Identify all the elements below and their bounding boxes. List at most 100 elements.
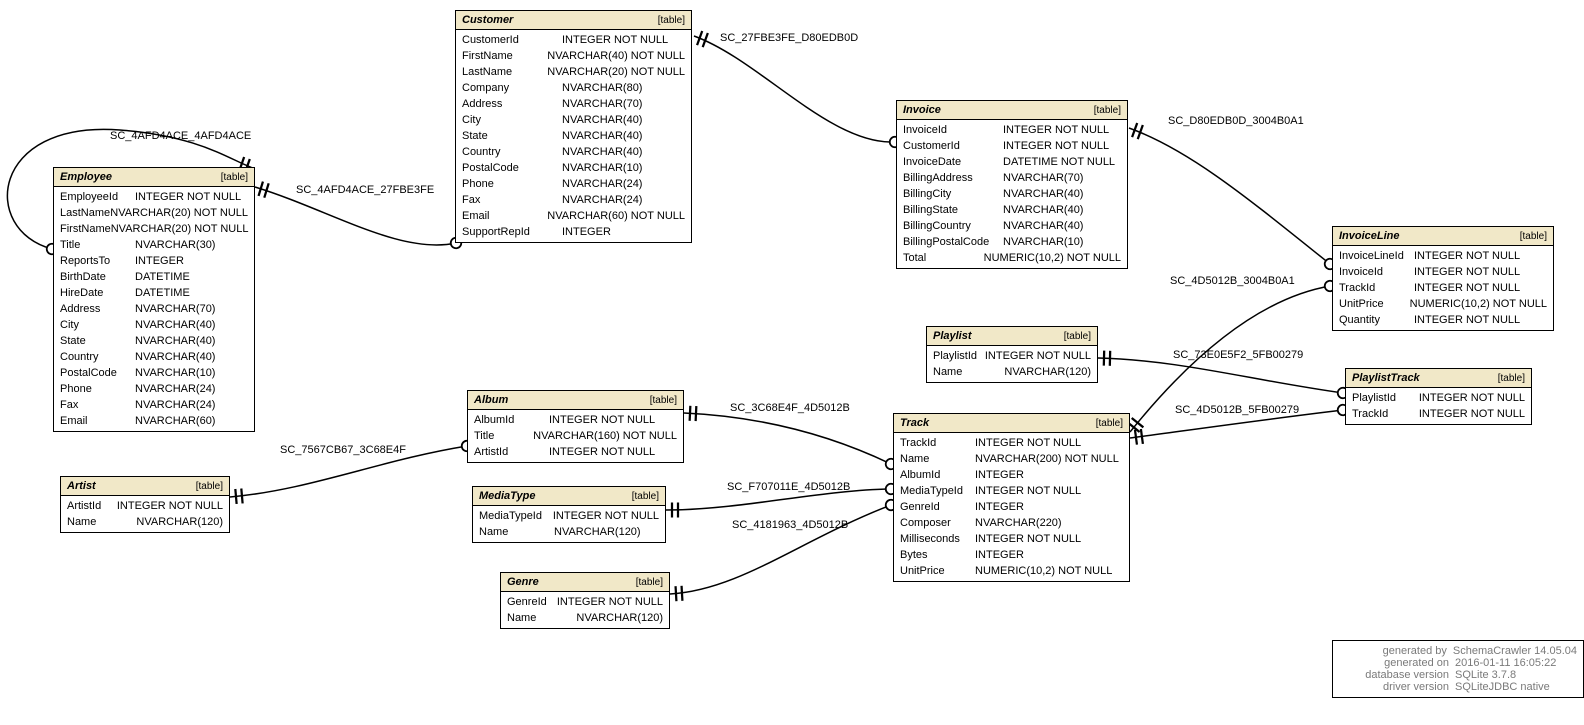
table-row: EmailNVARCHAR(60) NOT NULL <box>456 208 691 224</box>
column-type: NVARCHAR(120) <box>554 525 641 539</box>
column-type: INTEGER NOT NULL <box>117 499 223 513</box>
table-row: BirthDateDATETIME <box>54 269 254 285</box>
table-row: ArtistIdINTEGER NOT NULL <box>61 498 229 514</box>
column-type: INTEGER NOT NULL <box>985 349 1091 363</box>
edge-album-artist-label: SC_7567CB67_3C68E4F <box>280 444 406 456</box>
column-name: PostalCode <box>60 366 135 380</box>
column-type: INTEGER NOT NULL <box>553 509 659 523</box>
table-rows: EmployeeIdINTEGER NOT NULLLastNameNVARCH… <box>54 187 254 431</box>
column-type: NVARCHAR(40) <box>1003 219 1083 233</box>
column-type: INTEGER NOT NULL <box>549 445 655 459</box>
column-name: FirstName <box>462 49 547 63</box>
table-row: UnitPriceNUMERIC(10,2) NOT NULL <box>894 563 1129 579</box>
table-row: UnitPriceNUMERIC(10,2) NOT NULL <box>1333 296 1553 312</box>
column-type: NVARCHAR(10) <box>1003 235 1083 249</box>
column-name: State <box>462 129 562 143</box>
edge-invoiceline-invoice-label: SC_D80EDB0D_3004B0A1 <box>1168 115 1304 127</box>
column-name: Quantity <box>1339 313 1414 327</box>
column-type: INTEGER NOT NULL <box>975 436 1081 450</box>
table-row: InvoiceLineIdINTEGER NOT NULL <box>1333 248 1553 264</box>
column-name: FirstName <box>60 222 111 236</box>
table-employee: Employee[table] EmployeeIdINTEGER NOT NU… <box>53 167 255 432</box>
table-row: CountryNVARCHAR(40) <box>54 349 254 365</box>
column-name: CustomerId <box>903 139 1003 153</box>
column-name: Fax <box>462 193 562 207</box>
column-name: TrackId <box>1339 281 1414 295</box>
column-name: BirthDate <box>60 270 135 284</box>
column-name: Phone <box>462 177 562 191</box>
edge-invoiceline-track-label: SC_4D5012B_3004B0A1 <box>1170 275 1295 287</box>
table-tag: [table] <box>1498 373 1525 384</box>
table-row: PostalCodeNVARCHAR(10) <box>456 160 691 176</box>
column-type: INTEGER NOT NULL <box>562 33 668 47</box>
column-name: GenreId <box>507 595 557 609</box>
table-title: Employee <box>60 171 112 183</box>
table-row: PhoneNVARCHAR(24) <box>456 176 691 192</box>
column-type: NVARCHAR(30) <box>135 238 215 252</box>
meta-val: SQLite 3.7.8 <box>1449 669 1516 681</box>
column-name: BillingPostalCode <box>903 235 1003 249</box>
table-row: FaxNVARCHAR(24) <box>54 397 254 413</box>
column-name: Address <box>462 97 562 111</box>
column-name: Email <box>462 209 547 223</box>
column-type: NVARCHAR(40) <box>1003 187 1083 201</box>
table-genre: Genre[table] GenreIdINTEGER NOT NULLName… <box>500 572 670 629</box>
table-row: PostalCodeNVARCHAR(10) <box>54 365 254 381</box>
table-row: LastNameNVARCHAR(20) NOT NULL <box>456 64 691 80</box>
column-type: NVARCHAR(40) <box>1003 203 1083 217</box>
table-rows: GenreIdINTEGER NOT NULLNameNVARCHAR(120) <box>501 592 669 628</box>
table-row: CompanyNVARCHAR(80) <box>456 80 691 96</box>
table-rows: ArtistIdINTEGER NOT NULLNameNVARCHAR(120… <box>61 496 229 532</box>
column-name: MediaTypeId <box>479 509 553 523</box>
table-rows: PlaylistIdINTEGER NOT NULLNameNVARCHAR(1… <box>927 346 1097 382</box>
table-row: CustomerIdINTEGER NOT NULL <box>897 138 1127 154</box>
table-artist: Artist[table] ArtistIdINTEGER NOT NULLNa… <box>60 476 230 533</box>
column-name: State <box>60 334 135 348</box>
column-type: NVARCHAR(10) <box>135 366 215 380</box>
table-row: NameNVARCHAR(120) <box>501 610 669 626</box>
table-row: StateNVARCHAR(40) <box>54 333 254 349</box>
edge-track-genre-label: SC_4181963_4D5012B <box>732 519 848 531</box>
column-name: PlaylistId <box>1352 391 1419 405</box>
column-name: Country <box>462 145 562 159</box>
table-row: InvoiceIdINTEGER NOT NULL <box>897 122 1127 138</box>
table-tag: [table] <box>196 481 223 492</box>
column-type: NVARCHAR(40) <box>562 129 642 143</box>
column-name: ReportsTo <box>60 254 135 268</box>
column-type: INTEGER NOT NULL <box>1003 123 1109 137</box>
meta-key: generated by <box>1339 645 1447 657</box>
table-row: TotalNUMERIC(10,2) NOT NULL <box>897 250 1127 266</box>
column-name: ArtistId <box>474 445 549 459</box>
column-type: INTEGER NOT NULL <box>975 484 1081 498</box>
column-name: AlbumId <box>474 413 549 427</box>
column-type: NVARCHAR(80) <box>562 81 642 95</box>
table-row: AddressNVARCHAR(70) <box>456 96 691 112</box>
column-type: NVARCHAR(60) <box>135 414 215 428</box>
table-row: ComposerNVARCHAR(220) <box>894 515 1129 531</box>
column-type: INTEGER NOT NULL <box>1414 313 1520 327</box>
column-type: NVARCHAR(24) <box>562 193 642 207</box>
table-title: Playlist <box>933 330 972 342</box>
table-row: AlbumIdINTEGER NOT NULL <box>468 412 683 428</box>
table-title: Customer <box>462 14 513 26</box>
table-row: CustomerIdINTEGER NOT NULL <box>456 32 691 48</box>
column-name: GenreId <box>900 500 975 514</box>
column-name: Fax <box>60 398 135 412</box>
column-name: InvoiceId <box>903 123 1003 137</box>
column-type: INTEGER <box>975 500 1024 514</box>
table-rows: PlaylistIdINTEGER NOT NULLTrackIdINTEGER… <box>1346 388 1531 424</box>
column-type: INTEGER NOT NULL <box>557 595 663 609</box>
edge-employee-self-label: SC_4AFD4ACE_4AFD4ACE <box>110 130 251 142</box>
table-row: BytesINTEGER <box>894 547 1129 563</box>
table-row: MediaTypeIdINTEGER NOT NULL <box>473 508 665 524</box>
column-type: NVARCHAR(40) <box>562 145 642 159</box>
table-row: ArtistIdINTEGER NOT NULL <box>468 444 683 460</box>
table-row: LastNameNVARCHAR(20) NOT NULL <box>54 205 254 221</box>
column-name: Milliseconds <box>900 532 975 546</box>
column-type: DATETIME <box>135 270 190 284</box>
column-type: INTEGER NOT NULL <box>1414 249 1520 263</box>
table-row: BillingPostalCodeNVARCHAR(10) <box>897 234 1127 250</box>
meta-key: database version <box>1339 669 1449 681</box>
column-name: HireDate <box>60 286 135 300</box>
table-row: BillingAddressNVARCHAR(70) <box>897 170 1127 186</box>
